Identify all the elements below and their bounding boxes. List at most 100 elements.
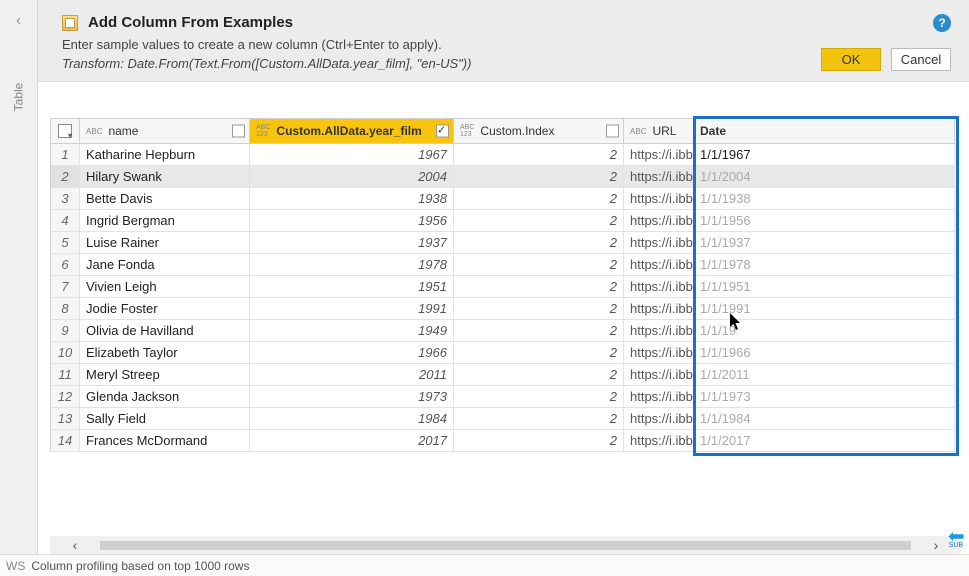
cell-name[interactable]: Katharine Hepburn xyxy=(80,144,250,166)
cell-custom-index[interactable]: 2 xyxy=(454,276,624,298)
cell-url[interactable]: https://i.ibb xyxy=(624,254,694,276)
cell-custom-index[interactable]: 2 xyxy=(454,298,624,320)
ok-button[interactable]: OK xyxy=(821,48,881,71)
cell-year[interactable]: 1991 xyxy=(250,298,454,320)
cell-url[interactable]: https://i.ibb xyxy=(624,430,694,452)
column-header-custom-index[interactable]: Custom.Index xyxy=(454,118,624,144)
cell-name[interactable]: Jodie Foster xyxy=(80,298,250,320)
scroll-left-icon[interactable]: ‹ xyxy=(50,537,100,553)
cell-name[interactable]: Sally Field xyxy=(80,408,250,430)
table-row[interactable]: 3Bette Davis19382https://i.ibb1/1/1938 xyxy=(50,188,963,210)
cell-custom-index[interactable]: 2 xyxy=(454,188,624,210)
column-header-year[interactable]: Custom.AllData.year_film xyxy=(250,118,454,144)
table-row[interactable]: 7Vivien Leigh19512https://i.ibb1/1/1951 xyxy=(50,276,963,298)
cell-name[interactable]: Jane Fonda xyxy=(80,254,250,276)
cell-date[interactable]: 1/1/1984 xyxy=(694,408,955,430)
cell-date[interactable]: 1/1/1966 xyxy=(694,342,955,364)
cell-year[interactable]: 1937 xyxy=(250,232,454,254)
cell-custom-index[interactable]: 2 xyxy=(454,320,624,342)
cell-name[interactable]: Bette Davis xyxy=(80,188,250,210)
table-row[interactable]: 10Elizabeth Taylor19662https://i.ibb1/1/… xyxy=(50,342,963,364)
cell-name[interactable]: Vivien Leigh xyxy=(80,276,250,298)
cell-custom-index[interactable]: 2 xyxy=(454,364,624,386)
cell-url[interactable]: https://i.ibb xyxy=(624,188,694,210)
cell-name[interactable]: Olivia de Havilland xyxy=(80,320,250,342)
cell-year[interactable]: 1938 xyxy=(250,188,454,210)
cell-custom-index[interactable]: 2 xyxy=(454,232,624,254)
cell-year[interactable]: 1984 xyxy=(250,408,454,430)
cell-date[interactable]: 1/1/2011 xyxy=(694,364,955,386)
cell-date[interactable]: 1/1/1951 xyxy=(694,276,955,298)
cell-date[interactable]: 1/1/1937 xyxy=(694,232,955,254)
cell-name[interactable]: Frances McDormand xyxy=(80,430,250,452)
cell-name[interactable]: Meryl Streep xyxy=(80,364,250,386)
cell-date[interactable]: 1/1/2004 xyxy=(694,166,955,188)
table-row[interactable]: 8Jodie Foster19912https://i.ibb1/1/1991 xyxy=(50,298,963,320)
cell-name[interactable]: Elizabeth Taylor xyxy=(80,342,250,364)
column-header-name[interactable]: name xyxy=(80,118,250,144)
cell-date[interactable]: 1/1/1978 xyxy=(694,254,955,276)
cell-url[interactable]: https://i.ibb xyxy=(624,276,694,298)
cell-year[interactable]: 1949 xyxy=(250,320,454,342)
cell-custom-index[interactable]: 2 xyxy=(454,166,624,188)
cell-year[interactable]: 2017 xyxy=(250,430,454,452)
cell-url[interactable]: https://i.ibb xyxy=(624,342,694,364)
cell-url[interactable]: https://i.ibb xyxy=(624,166,694,188)
table-row[interactable]: 2Hilary Swank20042https://i.ibb1/1/2004 xyxy=(50,166,963,188)
horizontal-scrollbar[interactable]: ‹ › xyxy=(50,536,961,554)
cell-date[interactable]: 1/1/1973 xyxy=(694,386,955,408)
table-row[interactable]: 5Luise Rainer19372https://i.ibb1/1/1937 xyxy=(50,232,963,254)
cell-custom-index[interactable]: 2 xyxy=(454,386,624,408)
cell-url[interactable]: https://i.ibb xyxy=(624,232,694,254)
cell-date[interactable]: 1/1/1938 xyxy=(694,188,955,210)
table-row[interactable]: 14Frances McDormand20172https://i.ibb1/1… xyxy=(50,430,963,452)
cell-name[interactable]: Hilary Swank xyxy=(80,166,250,188)
cell-custom-index[interactable]: 2 xyxy=(454,342,624,364)
back-icon[interactable]: ‹ xyxy=(16,12,21,30)
cell-year[interactable]: 1951 xyxy=(250,276,454,298)
cell-date[interactable]: 1/1/1967 xyxy=(694,144,955,166)
column-header-date[interactable]: Date xyxy=(694,118,955,144)
table-row[interactable]: 13Sally Field19842https://i.ibb1/1/1984 xyxy=(50,408,963,430)
cell-url[interactable]: https://i.ibb xyxy=(624,386,694,408)
column-select-checkbox[interactable] xyxy=(606,125,619,138)
cell-year[interactable]: 1956 xyxy=(250,210,454,232)
cell-year[interactable]: 2011 xyxy=(250,364,454,386)
cell-name[interactable]: Luise Rainer xyxy=(80,232,250,254)
cell-url[interactable]: https://i.ibb xyxy=(624,408,694,430)
cell-year[interactable]: 1966 xyxy=(250,342,454,364)
scroll-track[interactable] xyxy=(100,541,911,550)
cell-year[interactable]: 1967 xyxy=(250,144,454,166)
cell-url[interactable]: https://i.ibb xyxy=(624,144,694,166)
table-row[interactable]: 6Jane Fonda19782https://i.ibb1/1/1978 xyxy=(50,254,963,276)
cell-date[interactable]: 1/1/2017 xyxy=(694,430,955,452)
column-select-checkbox[interactable] xyxy=(232,125,245,138)
submit-icon[interactable]: SUB xyxy=(945,528,967,552)
cancel-button[interactable]: Cancel xyxy=(891,48,951,71)
cell-url[interactable]: https://i.ibb xyxy=(624,298,694,320)
cell-year[interactable]: 2004 xyxy=(250,166,454,188)
help-icon[interactable]: ? xyxy=(933,14,951,32)
cell-date[interactable]: 1/1/1956 xyxy=(694,210,955,232)
cell-url[interactable]: https://i.ibb xyxy=(624,320,694,342)
table-menu[interactable] xyxy=(50,118,80,144)
cell-year[interactable]: 1978 xyxy=(250,254,454,276)
cell-name[interactable]: Glenda Jackson xyxy=(80,386,250,408)
cell-url[interactable]: https://i.ibb xyxy=(624,364,694,386)
column-select-checkbox[interactable] xyxy=(436,125,449,138)
table-row[interactable]: 1Katharine Hepburn19672https://i.ibb1/1/… xyxy=(50,144,963,166)
column-label: Date xyxy=(700,124,726,138)
cell-custom-index[interactable]: 2 xyxy=(454,430,624,452)
table-row[interactable]: 9Olivia de Havilland19492https://i.ibb1/… xyxy=(50,320,963,342)
table-row[interactable]: 4Ingrid Bergman19562https://i.ibb1/1/195… xyxy=(50,210,963,232)
column-header-url[interactable]: URL xyxy=(624,118,694,144)
cell-custom-index[interactable]: 2 xyxy=(454,254,624,276)
cell-custom-index[interactable]: 2 xyxy=(454,408,624,430)
cell-custom-index[interactable]: 2 xyxy=(454,210,624,232)
table-row[interactable]: 11Meryl Streep20112https://i.ibb1/1/2011 xyxy=(50,364,963,386)
cell-custom-index[interactable]: 2 xyxy=(454,144,624,166)
cell-year[interactable]: 1973 xyxy=(250,386,454,408)
table-row[interactable]: 12Glenda Jackson19732https://i.ibb1/1/19… xyxy=(50,386,963,408)
cell-url[interactable]: https://i.ibb xyxy=(624,210,694,232)
cell-name[interactable]: Ingrid Bergman xyxy=(80,210,250,232)
